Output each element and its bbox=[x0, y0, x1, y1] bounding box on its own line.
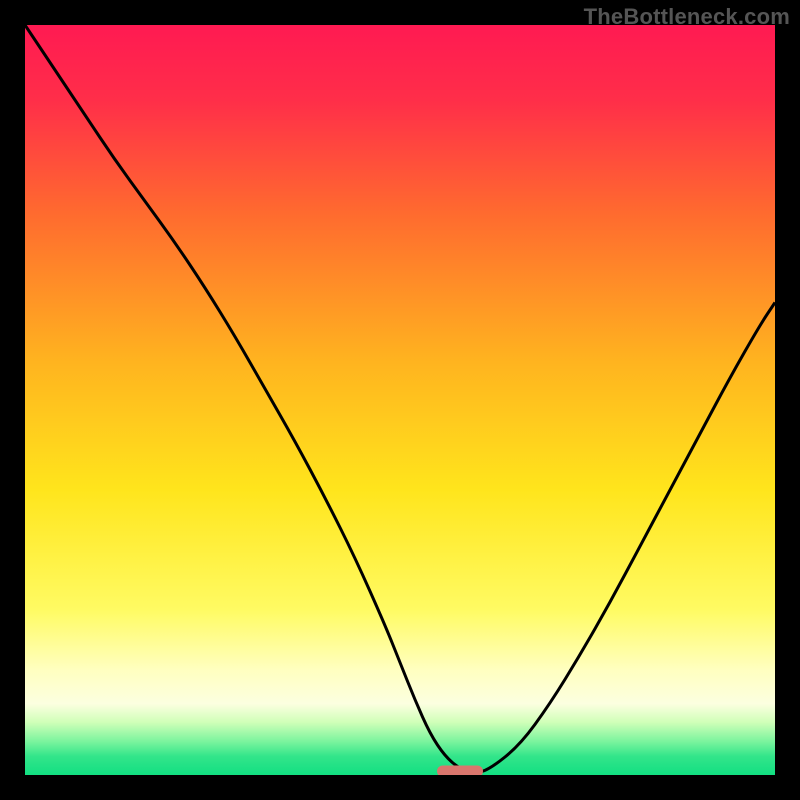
optimal-marker bbox=[438, 766, 483, 775]
chart-frame bbox=[25, 25, 775, 775]
bottleneck-chart bbox=[25, 25, 775, 775]
